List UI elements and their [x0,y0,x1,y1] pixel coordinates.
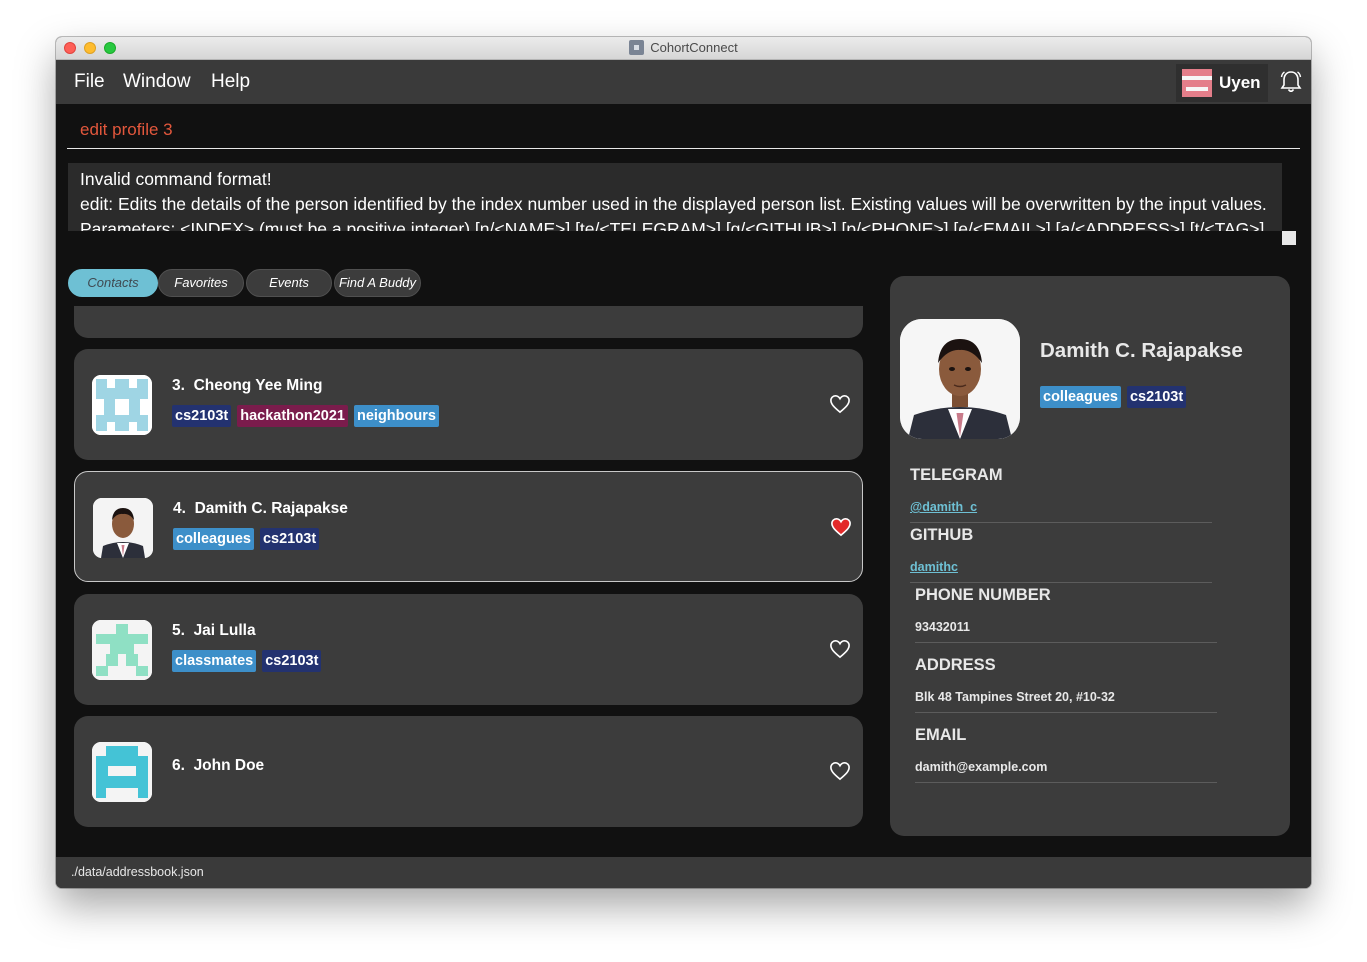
email-label: EMAIL [915,726,967,744]
address-label: ADDRESS [915,656,996,674]
window-title: CohortConnect [56,40,1311,55]
contact-tags: cs2103t hackathon2021 neighbours [172,405,439,427]
contact-avatar [92,742,152,802]
app-icon [629,40,645,55]
result-display[interactable]: Invalid command format! edit: Edits the … [68,163,1282,231]
tag: cs2103t [1126,386,1187,408]
contact-avatar-photo [93,498,153,558]
tag: colleagues [1040,386,1121,408]
bell-icon[interactable] [1278,69,1304,95]
save-location-path: ./data/addressbook.json [71,865,204,879]
profile-tags: colleagues cs2103t [1040,386,1187,408]
github-label: GITHUB [910,526,974,544]
divider [910,522,1212,523]
contact-name: 5. Jai Lulla [172,622,256,639]
menu-bar: File Window Help Uyen [56,60,1311,104]
tag: classmates [172,650,257,672]
command-box[interactable]: edit profile 3 [67,117,1300,149]
tag: cs2103t [259,528,320,550]
favorite-heart-icon[interactable] [829,639,851,659]
phone-value: 93432011 [915,620,970,634]
window-title-text: CohortConnect [650,40,738,55]
result-line: edit: Edits the details of the person id… [80,194,1267,214]
contact-avatar [92,375,152,435]
tag: cs2103t [172,405,232,427]
divider [915,642,1217,643]
tag: colleagues [173,528,254,550]
profile-detail-panel: Damith C. Rajapakse colleagues cs2103t T… [890,276,1290,836]
contact-tags: classmates cs2103t [172,650,322,672]
favorite-heart-icon[interactable] [829,394,851,414]
tab-favorites[interactable]: Favorites [158,269,244,297]
command-input[interactable]: edit profile 3 [80,120,173,140]
contact-name: 3. Cheong Yee Ming [172,377,323,394]
profile-photo [900,319,1020,439]
telegram-link[interactable]: @damith_c [910,500,977,514]
profile-name: Damith C. Rajapakse [1040,339,1243,362]
contact-card[interactable]: 3. Cheong Yee Ming cs2103t hackathon2021… [74,349,863,460]
github-link[interactable]: damithc [910,560,958,574]
contact-avatar [92,620,152,680]
phone-label: PHONE NUMBER [915,586,1051,604]
result-scrollbar[interactable] [1282,231,1296,245]
favorite-heart-filled-icon[interactable] [830,517,852,537]
contact-card[interactable]: 5. Jai Lulla classmates cs2103t [74,594,863,705]
user-avatar [1182,69,1212,97]
tag: hackathon2021 [237,405,348,427]
app-window: CohortConnect File Window Help Uyen edit… [56,37,1311,888]
favorite-heart-icon[interactable] [829,761,851,781]
contact-card-selected[interactable]: 4. Damith C. Rajapakse colleagues cs2103… [74,471,863,582]
menu-window[interactable]: Window [123,71,191,93]
contact-card[interactable]: 6. John Doe [74,716,863,827]
user-profile-button[interactable]: Uyen [1176,64,1268,102]
divider [915,712,1217,713]
tab-events[interactable]: Events [246,269,332,297]
result-line: Invalid command format! [80,169,272,189]
tag: cs2103t [262,650,322,672]
contact-name: 4. Damith C. Rajapakse [173,500,348,517]
email-value: damith@example.com [915,760,1048,774]
contact-tags: colleagues cs2103t [173,528,320,550]
result-line: Parameters: <INDEX> (must be a positive … [80,219,1279,231]
menu-help[interactable]: Help [211,71,250,93]
menu-file[interactable]: File [74,71,105,93]
contact-name: 6. John Doe [172,757,265,774]
address-value: Blk 48 Tampines Street 20, #10-32 [915,690,1115,704]
tab-contacts[interactable]: Contacts [68,269,158,297]
tag: neighbours [354,405,439,427]
tab-find-a-buddy[interactable]: Find A Buddy [334,269,421,297]
contact-card-partial[interactable] [74,306,863,338]
title-bar: CohortConnect [56,37,1311,60]
user-name: Uyen [1219,73,1261,92]
status-bar: ./data/addressbook.json [56,857,1311,888]
divider [910,582,1212,583]
divider [915,782,1217,783]
telegram-label: TELEGRAM [910,466,1003,484]
